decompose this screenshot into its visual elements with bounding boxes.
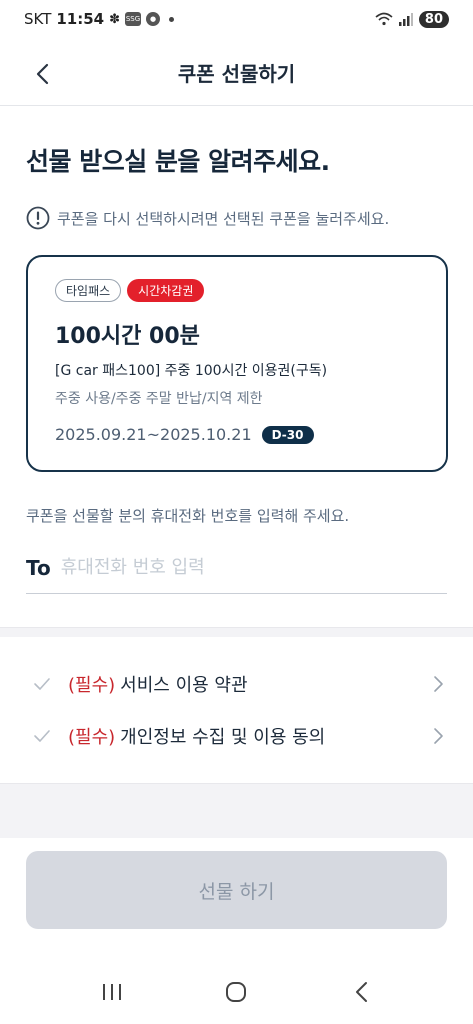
- terms-item-service[interactable]: (필수) 서비스 이용 약관: [0, 658, 473, 710]
- app-icon: ●: [146, 12, 161, 26]
- section-title: 선물 받으실 분을 알려주세요.: [26, 147, 330, 176]
- recent-apps-icon: [103, 984, 122, 1000]
- wifi-icon: [375, 12, 393, 26]
- terms-title: 서비스 이용 약관: [120, 675, 248, 696]
- exclamation-icon: [26, 206, 50, 230]
- coupon-card[interactable]: 타임패스 시간차감권 100시간 00분 [G car 패스100] 주중 10…: [26, 255, 448, 472]
- phone-number-input[interactable]: [60, 557, 421, 578]
- dot-icon: [169, 16, 175, 22]
- terms-title: 개인정보 수집 및 이용 동의: [120, 727, 326, 748]
- clock: 11:54: [56, 10, 105, 28]
- app-header: 쿠폰 선물하기: [0, 40, 473, 106]
- battery-indicator: 80: [418, 10, 449, 28]
- notice-message: 쿠폰을 다시 선택하시려면 선택된 쿠폰을 눌러주세요.: [26, 206, 389, 230]
- status-bar: SKT 11:54 ✽ SSG ● 80: [0, 0, 473, 38]
- chevron-right-icon[interactable]: [429, 727, 447, 745]
- system-nav-bar: [0, 960, 473, 1024]
- coupon-name: [G car 패스100] 주중 100시간 이용권(구독): [55, 363, 328, 379]
- gift-submit-button[interactable]: 선물 하기: [26, 851, 447, 929]
- check-icon[interactable]: [32, 726, 52, 746]
- coupon-title: 100시간 00분: [55, 324, 200, 349]
- recent-apps-button[interactable]: [92, 972, 132, 1012]
- chevron-right-icon[interactable]: [429, 675, 447, 693]
- signal-icon: [398, 12, 413, 26]
- notice-text: 쿠폰을 다시 선택하시려면 선택된 쿠폰을 눌러주세요.: [57, 209, 390, 228]
- home-button[interactable]: [216, 972, 256, 1012]
- dday-badge: D-30: [261, 425, 314, 444]
- required-label: (필수): [68, 727, 116, 748]
- coupon-period: 2025.09.21~2025.10.21: [55, 425, 252, 444]
- check-icon[interactable]: [32, 674, 52, 694]
- phone-field-row: To: [26, 542, 447, 594]
- system-back-button[interactable]: [341, 972, 381, 1012]
- status-right: 80: [375, 10, 449, 28]
- status-left: SKT 11:54 ✽ SSG ●: [24, 10, 175, 28]
- coupon-period-row: 2025.09.21~2025.10.21 D-30: [55, 425, 314, 444]
- to-label: To: [26, 555, 51, 580]
- coupon-category-tag: 시간차감권: [127, 279, 205, 302]
- carrier-label: SKT: [24, 10, 52, 28]
- coupon-description: 주중 사용/주중 주말 반납/지역 제한: [55, 391, 263, 407]
- terms-label-privacy: (필수) 개인정보 수집 및 이용 동의: [68, 723, 325, 749]
- required-label: (필수): [68, 675, 116, 696]
- ssg-icon: SSG: [125, 12, 142, 26]
- back-button[interactable]: [26, 58, 58, 90]
- home-icon: [226, 982, 247, 1002]
- back-icon: [355, 982, 367, 1002]
- submit-area: 선물 하기: [0, 838, 473, 958]
- page-title: 쿠폰 선물하기: [177, 62, 296, 86]
- section-divider: [0, 627, 473, 637]
- terms-item-privacy[interactable]: (필수) 개인정보 수집 및 이용 동의: [0, 710, 473, 762]
- terms-list: (필수) 서비스 이용 약관 (필수) 개인정보 수집 및 이용 동의: [0, 658, 473, 762]
- section-divider: [0, 783, 473, 838]
- chevron-left-icon: [36, 63, 49, 85]
- phone-guide-text: 쿠폰을 선물할 분의 휴대전화 번호를 입력해 주세요.: [26, 507, 350, 525]
- coupon-type-tag: 타임패스: [55, 279, 122, 302]
- flower-icon: ✽: [109, 11, 121, 27]
- coupon-tags: 타임패스 시간차감권: [55, 279, 419, 302]
- terms-label-service: (필수) 서비스 이용 약관: [68, 671, 248, 697]
